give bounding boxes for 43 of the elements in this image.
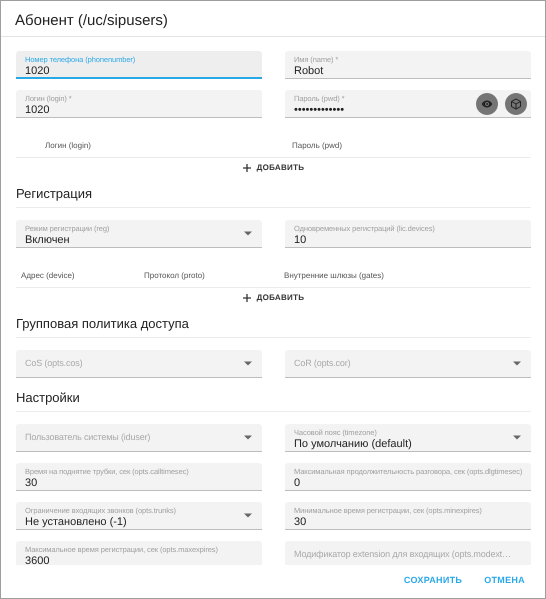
select-field[interactable]: Пользователь системы (iduser) <box>16 424 262 452</box>
select-field[interactable]: CoR (opts.cor) <box>285 350 531 378</box>
column-header: Внутренние шлюзы (gates) <box>284 271 385 280</box>
section-heading: Групповая политика доступа <box>16 304 531 338</box>
eye-icon <box>481 98 493 110</box>
show-password-button[interactable] <box>476 93 498 115</box>
field-value: Не установлено (-1) <box>25 515 208 529</box>
generate-password-button[interactable] <box>505 93 527 115</box>
field-value: 1020 <box>25 64 208 77</box>
column-header: Адрес (device) <box>21 271 76 280</box>
plus-icon <box>242 294 251 302</box>
column-header: Протокол (proto) <box>144 271 206 280</box>
add-button[interactable]: ДОБАВИТЬ <box>238 161 308 174</box>
field-value: 30 <box>294 515 476 529</box>
field-value: 30 <box>25 476 208 490</box>
column-header: Логин (login) <box>45 141 92 150</box>
column-header: Пароль (pwd) <box>292 141 343 150</box>
caret-icon <box>244 361 252 366</box>
select-field[interactable]: CoS (opts.cos) <box>16 350 262 378</box>
caret-icon <box>513 361 521 366</box>
cube-icon <box>510 98 522 110</box>
field-placeholder: CoR (opts.cor) <box>294 358 522 368</box>
field-value: ••••••••••••• <box>294 103 476 117</box>
field-placeholder: CoS (opts.cos) <box>25 358 253 368</box>
section-heading: Регистрация <box>16 174 531 208</box>
field-value: По умолчанию (default) <box>294 437 476 451</box>
field-value: Включен <box>25 233 208 247</box>
plus-icon <box>242 164 251 172</box>
field-value: Robot <box>294 64 476 78</box>
field-value: 3600 <box>25 554 208 565</box>
add-button[interactable]: ДОБАВИТЬ <box>238 291 308 304</box>
dialog-title: Абонент (/uc/sipusers) <box>1 1 545 37</box>
caret-icon <box>244 435 252 440</box>
field-placeholder: Модификатор extension для входящих (opts.modext… <box>294 549 522 559</box>
field-placeholder: Пользователь системы (iduser) <box>25 432 253 442</box>
field-value: 1020 <box>25 103 208 117</box>
text-field[interactable]: Модификатор extension для входящих (opts.modext… <box>285 541 531 565</box>
caret-icon <box>244 231 252 236</box>
caret-icon <box>244 513 252 518</box>
field-value: 0 <box>294 476 476 490</box>
section-heading: Настройки <box>16 378 531 412</box>
caret-icon <box>513 435 521 440</box>
field-value: 10 <box>294 233 476 247</box>
